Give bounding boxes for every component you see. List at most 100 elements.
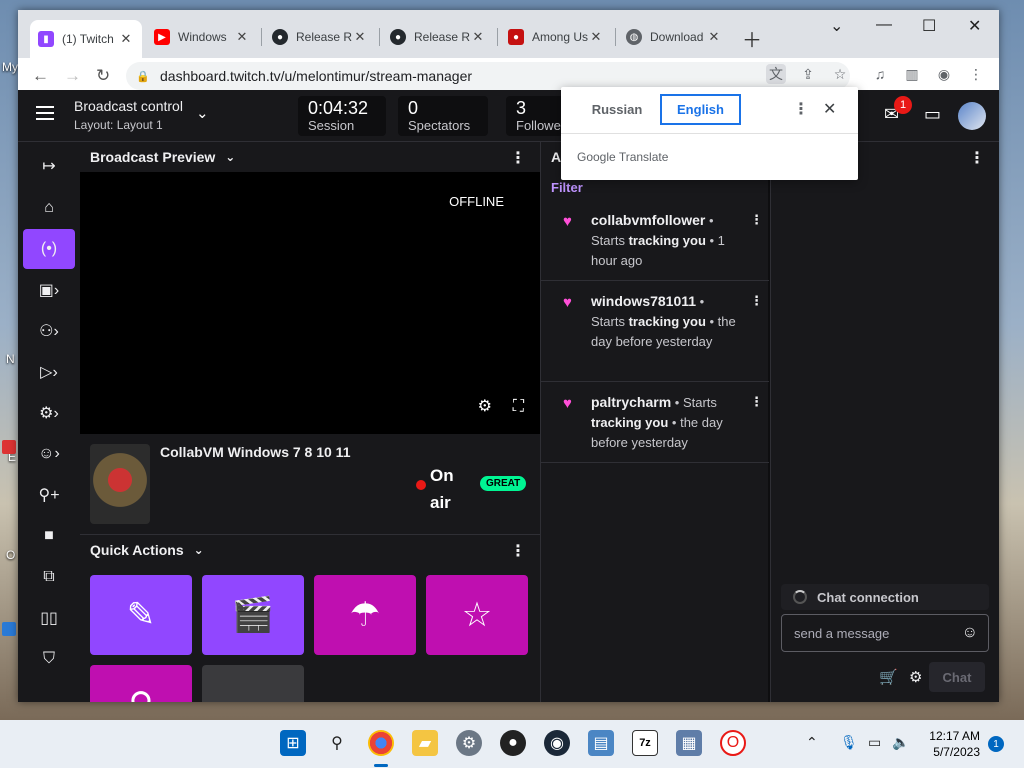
notification-count-badge[interactable]: 1 bbox=[988, 736, 1004, 752]
close-icon[interactable]: ✕ bbox=[352, 29, 368, 45]
target-language-tab[interactable]: English bbox=[660, 94, 741, 125]
broadcast-icon[interactable]: (•) bbox=[23, 229, 75, 269]
close-icon[interactable]: ✕ bbox=[588, 29, 604, 45]
tab-search-icon[interactable]: ⌄ bbox=[830, 16, 843, 36]
broadcast-control-title[interactable]: Broadcast control bbox=[74, 98, 183, 114]
opera-icon[interactable]: O bbox=[720, 730, 746, 756]
community-icon[interactable]: ⚇› bbox=[23, 311, 75, 351]
user-action-button[interactable]: ⚲ bbox=[90, 665, 192, 702]
minimize-button[interactable]: — bbox=[876, 16, 892, 34]
chat-send-button[interactable]: Chat bbox=[929, 662, 985, 692]
back-button[interactable]: ← bbox=[32, 66, 49, 86]
tab-twitch[interactable]: ▮ (1) Twitch ✕ bbox=[30, 20, 142, 58]
whispers-icon[interactable]: ▭ bbox=[924, 104, 941, 125]
desktop-label[interactable]: O bbox=[6, 548, 15, 562]
more-options-icon[interactable]: ⋮ bbox=[750, 210, 763, 230]
analytics-icon[interactable]: ▣› bbox=[23, 270, 75, 310]
close-window-button[interactable]: ✕ bbox=[968, 16, 981, 36]
microphone-icon[interactable]: 🎙 bbox=[840, 734, 858, 751]
translate-options-icon[interactable]: ⋮ bbox=[793, 99, 809, 119]
chevron-down-icon[interactable]: ⌄ bbox=[225, 150, 235, 164]
bits-cart-icon[interactable]: 🛒 bbox=[879, 668, 898, 686]
chat-message-input[interactable]: send a message ☺ bbox=[781, 614, 989, 652]
side-panel-icon[interactable]: ▥ bbox=[902, 64, 922, 84]
create-clip-button[interactable]: 🎬 bbox=[202, 575, 304, 655]
more-options-icon[interactable]: ⋮ bbox=[510, 148, 526, 168]
menu-kebab-icon[interactable]: ⋮ bbox=[966, 64, 986, 84]
content-icon[interactable]: ▷› bbox=[23, 352, 75, 392]
edit-stream-info-button[interactable]: ✎ bbox=[90, 575, 192, 655]
bookmark-star-icon[interactable]: ☆ bbox=[830, 64, 850, 84]
virtual-machine-icon[interactable]: ▤ bbox=[588, 730, 614, 756]
emoji-icon[interactable]: ☺ bbox=[962, 624, 978, 642]
tab-github-release[interactable]: ● Release Re ✕ bbox=[264, 20, 376, 54]
layout-label[interactable]: Layout: Layout 1 bbox=[74, 118, 163, 132]
video-icon[interactable]: ■ bbox=[23, 516, 75, 556]
desktop-label[interactable]: N bbox=[6, 352, 15, 366]
7zip-icon[interactable]: 7z bbox=[632, 730, 658, 756]
gear-icon[interactable]: ⚙ bbox=[478, 396, 492, 416]
address-bar[interactable]: 🔒 dashboard.twitch.tv/u/melontimur/strea… bbox=[126, 62, 850, 90]
extensions-icon[interactable]: ⧉ bbox=[23, 557, 75, 597]
broadcast-preview-video[interactable]: OFFLINE ⚙ ⛶ bbox=[80, 172, 540, 434]
new-tab-button[interactable]: ＋ bbox=[742, 24, 762, 53]
feature-button[interactable]: ☆ bbox=[426, 575, 528, 655]
home-icon[interactable]: ⌂ bbox=[23, 188, 75, 228]
raid-button[interactable]: ☂ bbox=[314, 575, 416, 655]
user-avatar[interactable] bbox=[958, 102, 986, 130]
more-options-icon[interactable]: ⋮ bbox=[510, 541, 526, 561]
safety-shield-icon[interactable]: ⛉ bbox=[23, 639, 75, 679]
collapse-sidebar-icon[interactable]: ↦ bbox=[23, 146, 75, 186]
search-icon[interactable]: ⚲ bbox=[324, 730, 350, 756]
fullscreen-icon[interactable]: ⛶ bbox=[513, 398, 524, 416]
start-windows-icon[interactable]: ⊞ bbox=[280, 730, 306, 756]
steam-icon[interactable]: ◉ bbox=[544, 730, 570, 756]
viewer-rewards-icon[interactable]: ☺› bbox=[23, 434, 75, 474]
close-icon[interactable]: ✕ bbox=[470, 29, 486, 45]
share-icon[interactable]: ⇪ bbox=[798, 64, 818, 84]
maximize-button[interactable]: ☐ bbox=[922, 16, 936, 36]
activity-item[interactable]: ♥ windows781011 • Starts tracking you • … bbox=[541, 281, 769, 382]
add-user-icon[interactable]: ⚲+ bbox=[23, 475, 75, 515]
desktop-app-icon[interactable] bbox=[2, 440, 16, 454]
more-options-icon[interactable]: ⋮ bbox=[750, 392, 763, 412]
obs-icon[interactable]: ● bbox=[500, 730, 526, 756]
menu-hamburger-icon[interactable] bbox=[36, 106, 54, 120]
chevron-down-icon[interactable]: ⌄ bbox=[194, 543, 204, 557]
network-app-icon[interactable]: ▦ bbox=[676, 730, 702, 756]
chrome-icon[interactable] bbox=[368, 730, 394, 756]
activity-item[interactable]: ♥ collabvmfollower • Starts tracking you… bbox=[541, 200, 769, 281]
profile-icon[interactable]: ◉ bbox=[934, 64, 954, 84]
close-icon[interactable]: ✕ bbox=[706, 29, 722, 45]
settings-gear-icon[interactable]: ⚙ bbox=[456, 730, 482, 756]
volume-icon[interactable]: 🔈 bbox=[892, 734, 909, 751]
activity-item[interactable]: ♥ paltrycharm • Starts tracking you • th… bbox=[541, 382, 769, 463]
close-icon[interactable]: ✕ bbox=[823, 99, 836, 119]
tab-youtube[interactable]: ▶ Windows ✕ bbox=[146, 20, 258, 54]
network-icon[interactable]: ▭ bbox=[868, 734, 881, 751]
file-explorer-icon[interactable]: ▰ bbox=[412, 730, 438, 756]
forward-button[interactable]: → bbox=[64, 66, 81, 86]
desktop-label[interactable]: My bbox=[2, 60, 18, 74]
close-icon[interactable]: ✕ bbox=[234, 29, 250, 45]
system-clock[interactable]: 12:17 AM 5/7/2023 bbox=[910, 728, 980, 760]
tab-github-release-2[interactable]: ● Release Re ✕ bbox=[382, 20, 494, 54]
media-control-icon[interactable]: ♫ bbox=[870, 64, 890, 84]
filter-link[interactable]: Filter bbox=[551, 180, 583, 195]
close-icon[interactable]: ✕ bbox=[118, 31, 134, 47]
desktop-app-icon[interactable] bbox=[2, 622, 16, 636]
guide-book-icon[interactable]: ▯▯ bbox=[23, 598, 75, 638]
more-actions-button[interactable]: · bbox=[202, 665, 304, 702]
tab-among-us[interactable]: ● Among Us ✕ bbox=[500, 20, 612, 54]
stream-category-thumbnail[interactable] bbox=[90, 444, 150, 524]
translate-icon[interactable]: 文 bbox=[766, 64, 786, 84]
source-language-tab[interactable]: Russian bbox=[577, 94, 657, 125]
settings-icon[interactable]: ⚙› bbox=[23, 393, 75, 433]
chat-settings-gear-icon[interactable]: ⚙ bbox=[909, 668, 922, 686]
more-options-icon[interactable]: ⋮ bbox=[969, 148, 985, 168]
reload-button[interactable]: ↻ bbox=[96, 66, 110, 86]
show-hidden-icons-chevron-icon[interactable]: ⌃ bbox=[806, 734, 818, 751]
tab-download[interactable]: ◍ Download ✕ bbox=[618, 20, 730, 54]
more-options-icon[interactable]: ⋮ bbox=[750, 291, 763, 311]
chevron-down-icon[interactable]: ⌄ bbox=[196, 104, 209, 122]
